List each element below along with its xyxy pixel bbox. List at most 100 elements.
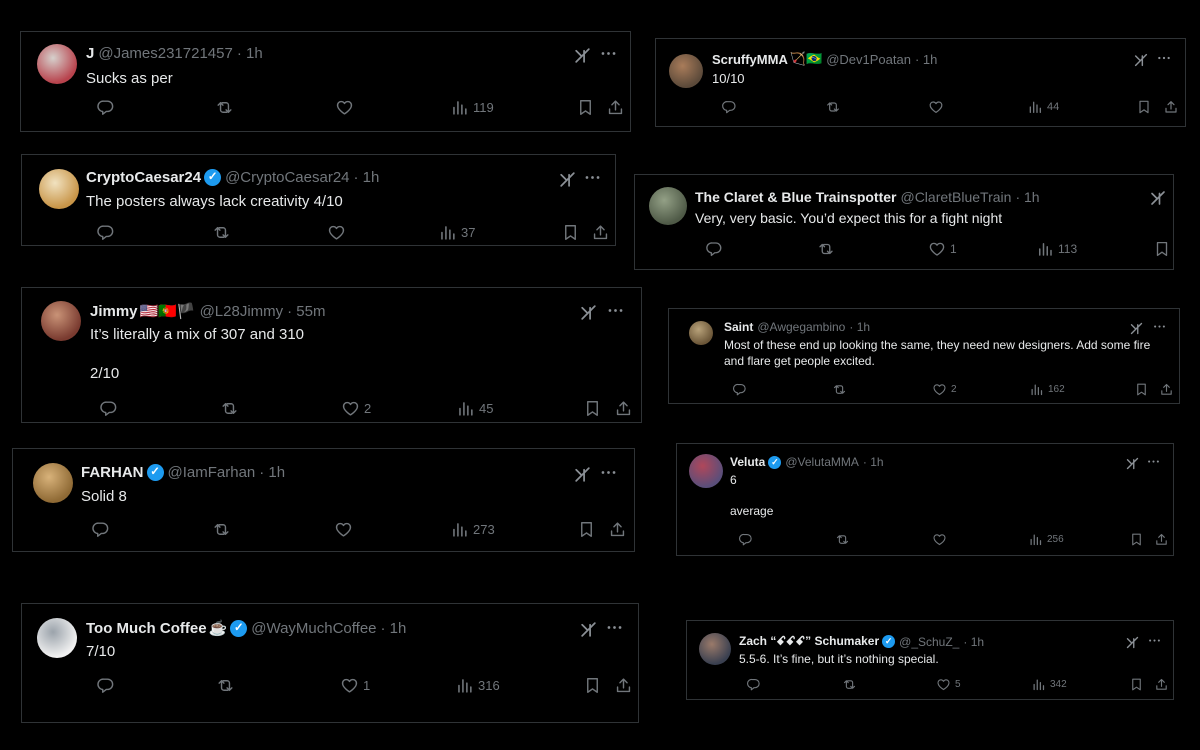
avatar[interactable] — [669, 54, 703, 88]
reply-button[interactable] — [96, 98, 119, 117]
bookmark-button[interactable] — [577, 520, 596, 539]
reply-button[interactable] — [732, 382, 751, 397]
tweet-card[interactable]: Saint @Awgegambino · 1h Most of these end u… — [668, 308, 1180, 404]
like-button[interactable] — [334, 520, 357, 539]
reply-button[interactable] — [705, 240, 727, 258]
reply-button[interactable] — [91, 520, 114, 539]
timestamp[interactable]: · 1h — [354, 169, 380, 186]
reply-button[interactable] — [738, 532, 757, 547]
display-name[interactable]: Jimmy — [90, 303, 138, 320]
like-button[interactable]: 1 — [928, 240, 957, 258]
user-handle[interactable]: @Awgegambino — [757, 320, 845, 334]
views-button[interactable]: 37 — [438, 223, 475, 242]
more-button[interactable] — [1147, 633, 1162, 653]
user-handle[interactable]: @_SchuZ_ — [899, 635, 959, 649]
more-button[interactable] — [1146, 454, 1161, 474]
retweet-button[interactable] — [817, 240, 839, 258]
avatar[interactable] — [37, 618, 77, 658]
timestamp[interactable]: · 1h — [849, 320, 870, 334]
retweet-button[interactable] — [842, 677, 861, 692]
share-button[interactable] — [1154, 532, 1169, 547]
user-handle[interactable]: @Dev1Poatan — [826, 52, 911, 67]
more-button[interactable] — [583, 168, 602, 192]
retweet-button[interactable] — [215, 98, 238, 117]
like-button[interactable] — [327, 223, 350, 242]
avatar[interactable] — [39, 169, 79, 209]
grok-button[interactable] — [558, 170, 577, 194]
bookmark-button[interactable] — [1153, 240, 1171, 258]
avatar[interactable] — [689, 321, 713, 345]
views-button[interactable]: 342 — [1031, 677, 1067, 692]
timestamp[interactable]: · 1h — [1015, 189, 1039, 205]
grok-button[interactable] — [573, 46, 592, 70]
timestamp[interactable]: · 1h — [381, 620, 407, 637]
reply-button[interactable] — [96, 223, 119, 242]
avatar[interactable] — [649, 187, 687, 225]
more-button[interactable] — [605, 618, 624, 642]
user-handle[interactable]: @VelutaMMA — [785, 455, 859, 469]
tweet-card[interactable]: FARHAN ✓ @IamFarhan · 1h Solid 8 273 — [12, 448, 635, 552]
grok-button[interactable] — [573, 465, 592, 489]
retweet-button[interactable] — [216, 676, 239, 695]
display-name[interactable]: CryptoCaesar24 — [86, 169, 201, 186]
display-name[interactable]: Zach “ꗃꗃꗃ” Schumaker — [739, 634, 879, 649]
bookmark-button[interactable] — [1129, 532, 1144, 547]
user-handle[interactable]: @ClaretBlueTrain — [900, 189, 1011, 205]
share-button[interactable] — [614, 676, 633, 695]
share-button[interactable] — [614, 399, 633, 418]
grok-button[interactable] — [1129, 321, 1144, 341]
display-name[interactable]: Veluta — [730, 455, 765, 469]
grok-button[interactable] — [579, 303, 598, 327]
display-name[interactable]: FARHAN — [81, 464, 144, 481]
retweet-button[interactable] — [220, 399, 243, 418]
more-button[interactable] — [1156, 50, 1172, 71]
grok-button[interactable] — [1133, 52, 1149, 73]
user-handle[interactable]: @L28Jimmy — [200, 303, 284, 320]
like-button[interactable]: 1 — [340, 676, 370, 695]
avatar[interactable] — [37, 44, 77, 84]
user-handle[interactable]: @WayMuchCoffee — [251, 620, 376, 637]
timestamp[interactable]: · 1h — [259, 464, 285, 481]
tweet-card[interactable]: Zach “ꗃꗃꗃ” Schumaker ✓ @_SchuZ_ · 1h 5.5-6. … — [686, 620, 1174, 700]
like-button[interactable]: 2 — [932, 382, 957, 397]
user-handle[interactable]: @James231721457 — [98, 45, 233, 62]
reply-button[interactable] — [746, 677, 765, 692]
more-button[interactable] — [599, 44, 618, 68]
more-button[interactable] — [599, 463, 618, 487]
share-button[interactable] — [608, 520, 627, 539]
user-handle[interactable]: @CryptoCaesar24 — [225, 169, 349, 186]
views-button[interactable]: 45 — [456, 399, 493, 418]
user-handle[interactable]: @IamFarhan — [168, 464, 256, 481]
avatar[interactable] — [41, 301, 81, 341]
bookmark-button[interactable] — [561, 223, 580, 242]
retweet-button[interactable] — [835, 532, 854, 547]
like-button[interactable] — [932, 532, 951, 547]
share-button[interactable] — [1159, 382, 1174, 397]
bookmark-button[interactable] — [576, 98, 595, 117]
share-button[interactable] — [591, 223, 610, 242]
bookmark-button[interactable] — [583, 399, 602, 418]
tweet-card[interactable]: Jimmy 🇺🇸🇵🇹🏴 @L28Jimmy · 55m It’s literally a… — [21, 287, 642, 423]
timestamp[interactable]: · 1h — [963, 635, 984, 649]
retweet-button[interactable] — [825, 99, 845, 115]
views-button[interactable]: 113 — [1036, 240, 1077, 258]
share-button[interactable] — [606, 98, 625, 117]
grok-button[interactable] — [1125, 635, 1140, 655]
display-name[interactable]: Saint — [724, 320, 753, 334]
reply-button[interactable] — [96, 676, 119, 695]
timestamp[interactable]: · 1h — [915, 52, 937, 67]
avatar[interactable] — [689, 454, 723, 488]
views-button[interactable]: 273 — [450, 520, 495, 539]
tweet-card[interactable]: The Claret & Blue Trainspotter @ClaretBlu… — [634, 174, 1174, 270]
like-button[interactable]: 5 — [936, 677, 961, 692]
grok-button[interactable] — [1125, 456, 1140, 476]
grok-button[interactable] — [1149, 189, 1167, 212]
display-name[interactable]: J — [86, 45, 94, 62]
like-button[interactable] — [335, 98, 358, 117]
display-name[interactable]: The Claret & Blue Trainspotter — [695, 189, 896, 205]
avatar[interactable] — [699, 633, 731, 665]
retweet-button[interactable] — [832, 382, 851, 397]
reply-button[interactable] — [721, 99, 741, 115]
more-button[interactable] — [1152, 319, 1167, 339]
tweet-card[interactable]: Veluta ✓ @VelutaMMA · 1h 6 average 256 — [676, 443, 1174, 556]
